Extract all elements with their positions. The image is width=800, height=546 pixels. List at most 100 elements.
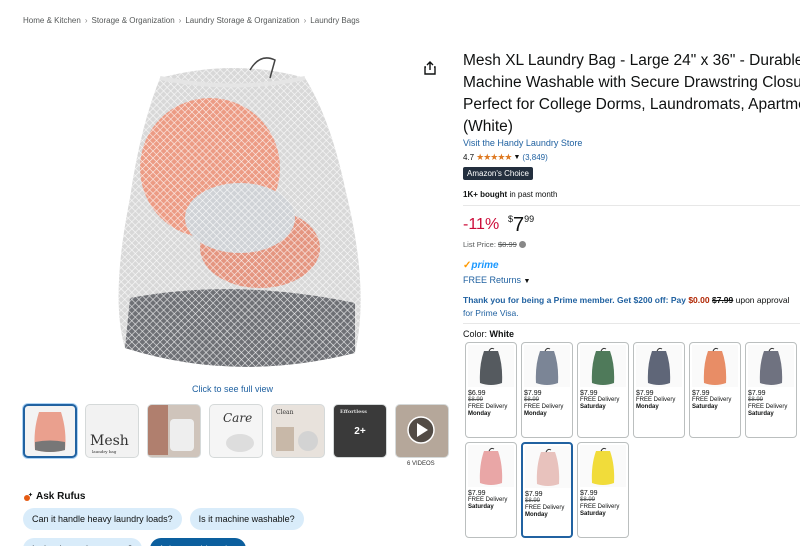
swatch-image — [524, 345, 570, 387]
swatch-delivery-day: Monday — [636, 404, 659, 410]
free-returns-text: FREE Returns — [463, 275, 522, 285]
chevron-right-icon: › — [303, 16, 307, 25]
color-swatch[interactable]: $7.99 $8.99 FREE Delivery Saturday — [745, 342, 797, 438]
swatch-price: $7.99 — [692, 390, 710, 397]
chevron-right-icon: › — [178, 16, 182, 25]
breadcrumb-item[interactable]: Laundry Bags — [310, 16, 359, 25]
breadcrumb: Home & Kitchen › Storage & Organization › La… — [23, 16, 360, 25]
thumbnail-main[interactable] — [23, 404, 77, 458]
price: $799 — [508, 214, 534, 237]
thumbnail-clean[interactable]: Clean — [271, 404, 325, 458]
swatch-old-price: $8.99 — [525, 498, 541, 504]
swatch-delivery: FREE Delivery — [524, 404, 564, 410]
swatch-delivery: FREE Delivery — [636, 397, 676, 403]
swatch-image — [580, 445, 626, 487]
swatch-price: $7.99 — [748, 390, 766, 397]
color-swatch[interactable]: $6.99 $8.99 FREE Delivery Monday — [465, 342, 517, 438]
bought-count: 1K+ bought — [463, 190, 508, 199]
discount-percent: -11% — [463, 216, 500, 233]
star-rating-icon[interactable]: ★★★★★ — [476, 152, 512, 163]
color-swatch[interactable]: $7.99 FREE Delivery Saturday — [577, 342, 629, 438]
product-main-image[interactable] — [100, 48, 370, 378]
thumbnail-mesh[interactable]: Mesh laundry bag — [85, 404, 139, 458]
thumbnail-text: Care — [223, 411, 253, 425]
swatch-bag-shape — [591, 351, 615, 385]
thumbnail-video[interactable] — [395, 404, 449, 458]
share-icon[interactable] — [422, 60, 438, 76]
color-swatch[interactable]: $7.99 $8.99 FREE Delivery Saturday — [577, 442, 629, 538]
swatch-image — [525, 446, 571, 488]
ask-rufus-header: Ask Rufus — [23, 491, 85, 502]
swatch-delivery: FREE Delivery — [580, 504, 620, 510]
color-swatch[interactable]: $7.99 FREE Delivery Saturday — [465, 442, 517, 538]
swatch-image — [468, 445, 514, 487]
color-swatch[interactable]: $7.99 FREE Delivery Saturday — [689, 342, 741, 438]
color-label: Color: — [463, 329, 490, 339]
swatch-delivery-day: Saturday — [580, 511, 606, 517]
swatch-bag-shape — [535, 351, 559, 385]
breadcrumb-item[interactable]: Storage & Organization — [91, 16, 174, 25]
store-link[interactable]: Visit the Handy Laundry Store — [463, 138, 582, 148]
swatch-old-price: $8.99 — [580, 497, 596, 503]
color-selector-label: Color: White — [463, 329, 514, 339]
swatch-delivery-day: Monday — [525, 512, 548, 518]
rufus-spark-icon — [24, 492, 33, 501]
swatch-delivery-day: Monday — [468, 411, 491, 417]
prime-text: prime — [471, 260, 499, 271]
bought-in-past-month: 1K+ bought in past month — [463, 190, 557, 199]
thumbnail-strip: Mesh laundry bag Care Clean Effortless 2… — [23, 404, 449, 458]
swatch-old-price: $8.99 — [468, 397, 484, 403]
play-icon — [407, 416, 435, 444]
videos-count: 6 VIDEOS — [407, 461, 435, 467]
chevron-down-icon: ▼ — [523, 278, 531, 285]
divider — [463, 323, 800, 324]
free-returns-link[interactable]: FREE Returns ▼ — [463, 275, 530, 285]
see-full-view-link[interactable]: Click to see full view — [192, 384, 273, 394]
swatch-bag-shape — [479, 351, 503, 385]
rufus-ask-button[interactable]: Ask something else — [149, 538, 246, 546]
color-swatch[interactable]: $7.99 $8.99 FREE Delivery Monday — [521, 342, 573, 438]
prime-visa-offer: Thank you for being a Prime member. Get … — [463, 294, 800, 320]
swatch-image — [468, 345, 514, 387]
swatch-bag-shape — [703, 351, 727, 385]
swatch-bag-shape — [759, 351, 783, 385]
prime-offer-pay: $0.00 — [688, 295, 710, 305]
thumbnail-text: laundry bag — [92, 449, 117, 454]
color-swatch[interactable]: $7.99 FREE Delivery Monday — [633, 342, 685, 438]
swatch-delivery: FREE Delivery — [468, 404, 508, 410]
swatch-delivery: FREE Delivery — [580, 397, 620, 403]
prime-offer-link[interactable]: for Prime Visa. — [463, 308, 519, 318]
swatch-delivery-day: Saturday — [468, 504, 494, 510]
thumbnail-care[interactable]: Care — [209, 404, 263, 458]
prime-logo: ✓prime — [463, 260, 499, 271]
rating-count-link[interactable]: (3,849) — [522, 153, 547, 162]
prime-offer-text[interactable]: Thank you for being a Prime member. Get … — [463, 295, 688, 305]
swatch-delivery: FREE Delivery — [692, 397, 732, 403]
swatch-image — [580, 345, 626, 387]
rufus-chip[interactable]: Is the drawstring secure? — [23, 538, 142, 546]
breadcrumb-item[interactable]: Home & Kitchen — [23, 16, 81, 25]
swatch-price: $6.99 — [468, 390, 486, 397]
chevron-right-icon: › — [84, 16, 88, 25]
swatch-delivery-day: Monday — [524, 411, 547, 417]
swatch-image — [692, 345, 738, 387]
swatch-price: $7.99 — [636, 390, 654, 397]
swatch-delivery: FREE Delivery — [468, 497, 508, 503]
thumbnail-lifestyle[interactable] — [147, 404, 201, 458]
thumbnail-more[interactable]: Effortless 2+ — [333, 404, 387, 458]
bought-rest: in past month — [507, 190, 558, 199]
rufus-chip[interactable]: Can it handle heavy laundry loads? — [23, 508, 182, 530]
swatch-price: $7.99 — [524, 390, 542, 397]
product-title: Mesh XL Laundry Bag - Large 24" x 36" - … — [463, 52, 800, 135]
chevron-down-icon[interactable]: ▼ — [513, 154, 520, 161]
swatch-price: $7.99 — [468, 490, 486, 497]
swatch-image — [636, 345, 682, 387]
color-value: White — [489, 329, 515, 339]
rufus-chip[interactable]: Is it machine washable? — [189, 508, 304, 530]
swatch-delivery: FREE Delivery — [748, 404, 788, 410]
thumbnail-text: Effortless — [340, 409, 367, 415]
breadcrumb-item[interactable]: Laundry Storage & Organization — [185, 16, 299, 25]
color-swatches: $6.99 $8.99 FREE Delivery Monday $7.99 $8.99 F… — [465, 342, 797, 538]
info-icon[interactable] — [518, 241, 526, 248]
color-swatch[interactable]: $7.99 $8.99 FREE Delivery Monday — [521, 442, 573, 538]
